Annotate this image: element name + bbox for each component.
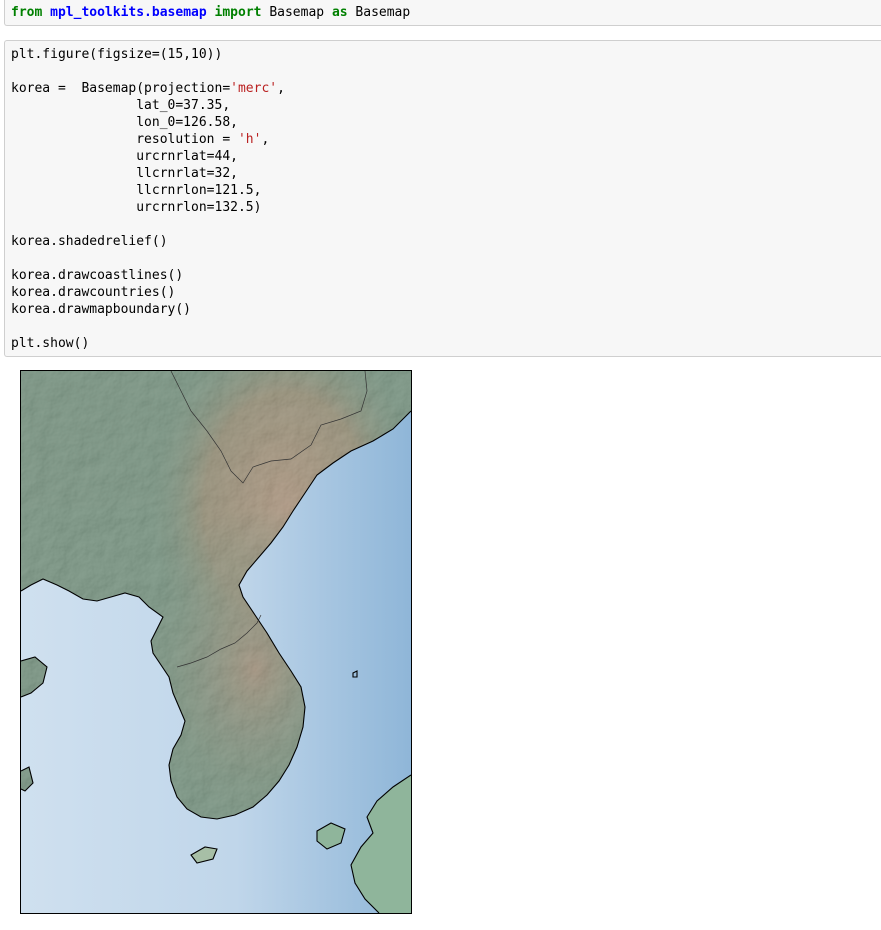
module-name: mpl_toolkits.basemap <box>50 5 207 20</box>
basemap-code-block: plt.figure(figsize=(15,10)) korea = Base… <box>11 46 881 352</box>
import-code-cell[interactable]: from mpl_toolkits.basemap import Basemap… <box>4 0 881 26</box>
code-line-llcrnrlat: llcrnrlat=32, <box>11 166 238 181</box>
code-text: resolution = <box>11 132 238 147</box>
code-text: , <box>261 132 270 147</box>
import-name: Basemap <box>269 5 325 20</box>
code-line-shadedrelief: korea.shadedrelief() <box>11 234 168 249</box>
string-merc: 'merc' <box>230 81 278 96</box>
code-line-urcrnrlat: urcrnrlat=44, <box>11 149 238 164</box>
code-line-drawcoastlines: korea.drawcoastlines() <box>11 268 184 283</box>
code-line-figure: plt.figure(figsize=(15,10)) <box>11 47 223 62</box>
code-line-basemap: korea = Basemap(projection='merc', <box>11 81 285 96</box>
import-code-line: from mpl_toolkits.basemap import Basemap… <box>11 4 881 21</box>
code-line-drawcountries: korea.drawcountries() <box>11 285 176 300</box>
import-alias: Basemap <box>355 5 411 20</box>
korea-relief-map <box>21 371 411 913</box>
code-line-drawmapboundary: korea.drawmapboundary() <box>11 302 192 317</box>
string-h: 'h' <box>237 132 262 147</box>
keyword-as: as <box>331 5 348 20</box>
code-line-show: plt.show() <box>11 336 90 351</box>
code-text: korea = Basemap(projection= <box>11 81 231 96</box>
code-text: , <box>277 81 285 96</box>
keyword-import: import <box>214 5 262 20</box>
code-line-urcrnrlon: urcrnrlon=132.5) <box>11 200 262 215</box>
code-line-llcrnrlon: llcrnrlon=121.5, <box>11 183 262 198</box>
keyword-from: from <box>11 5 43 20</box>
code-line-lat0: lat_0=37.35, <box>11 98 231 113</box>
map-output-image <box>20 370 412 914</box>
basemap-code-cell[interactable]: plt.figure(figsize=(15,10)) korea = Base… <box>4 40 881 357</box>
code-line-lon0: lon_0=126.58, <box>11 115 238 130</box>
code-line-resolution: resolution = 'h', <box>11 132 269 147</box>
